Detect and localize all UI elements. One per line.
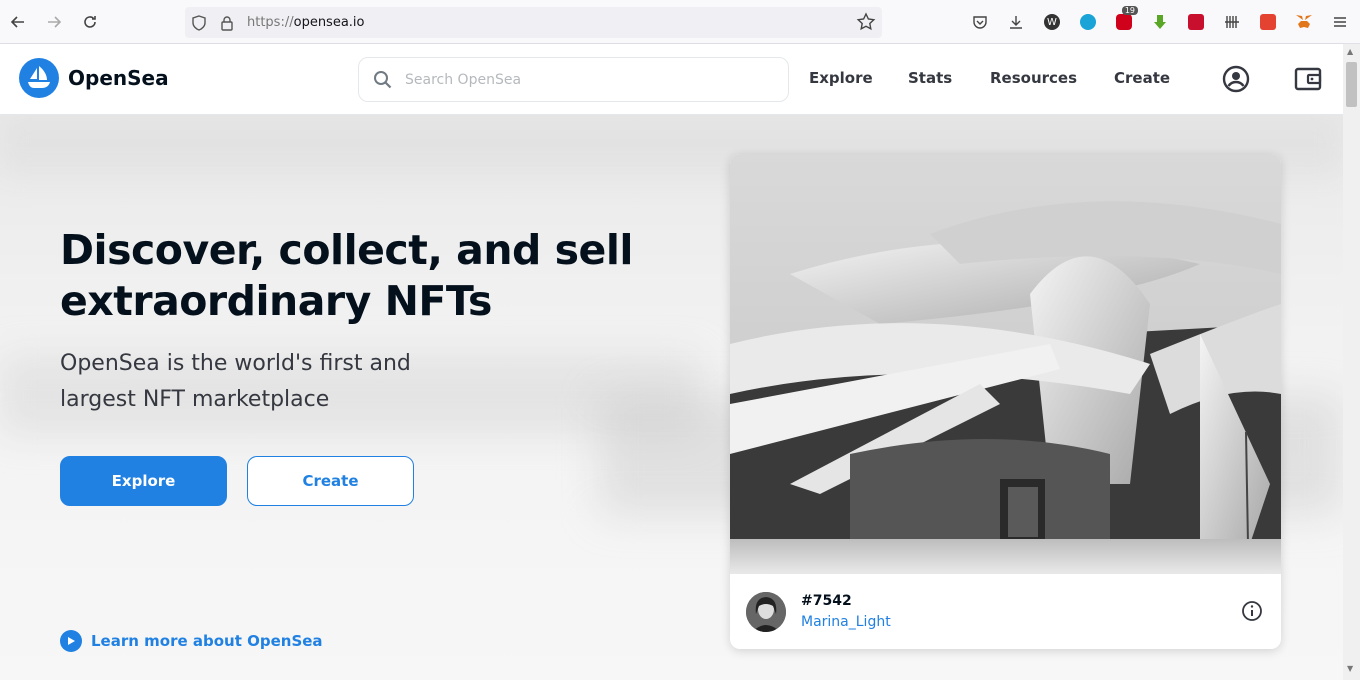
nft-image[interactable] (730, 154, 1281, 574)
learn-more-text: Learn more about OpenSea (91, 632, 323, 650)
tally-extension-icon[interactable] (1214, 8, 1250, 36)
opensea-logo[interactable]: OpenSea (19, 58, 169, 98)
url-scheme: https:// (247, 15, 294, 30)
menu-icon[interactable] (1322, 8, 1358, 36)
info-icon[interactable] (1241, 600, 1263, 622)
nft-id[interactable]: #7542 (801, 593, 852, 609)
search-input[interactable] (405, 71, 765, 88)
page-scrollbar[interactable]: ▲ ▼ (1343, 44, 1360, 680)
hero-subtitle: OpenSea is the world's first and largest… (60, 351, 411, 412)
extensions-row: W 19 (962, 6, 1358, 36)
url-host: opensea.io (293, 15, 365, 30)
wallet-icon[interactable] (1293, 64, 1323, 94)
bookmark-star-icon[interactable] (856, 12, 876, 36)
scroll-up-arrow-icon[interactable]: ▲ (1347, 47, 1353, 56)
browser-toolbar: https://opensea.io W 19 (0, 0, 1360, 44)
site-header: OpenSea Explore Stats Resources Create (0, 44, 1343, 115)
opensea-boat-icon (19, 58, 59, 98)
url-bar[interactable]: https://opensea.io (185, 7, 882, 38)
nav-explore[interactable]: Explore (809, 69, 873, 87)
nav-stats[interactable]: Stats (908, 69, 952, 87)
create-button[interactable]: Create (247, 456, 414, 506)
back-button[interactable] (0, 4, 36, 40)
logo-text: OpenSea (68, 66, 169, 90)
download-icon[interactable] (998, 8, 1034, 36)
refresh-extension-icon[interactable] (1070, 8, 1106, 36)
hero-section: Discover, collect, and sell extraordinar… (0, 115, 1343, 680)
wordpress-extension-icon[interactable]: W (1034, 8, 1070, 36)
play-circle-icon (60, 630, 82, 652)
search-icon (373, 70, 395, 90)
forward-button[interactable] (36, 4, 72, 40)
nav-create[interactable]: Create (1114, 69, 1170, 87)
nav-resources[interactable]: Resources (990, 69, 1077, 87)
lock-icon[interactable] (213, 15, 241, 31)
creator-avatar[interactable] (746, 592, 786, 632)
downloader-extension-icon[interactable] (1142, 8, 1178, 36)
adblock-badge: 19 (1121, 6, 1138, 15)
adblock-extension-icon[interactable]: 19 (1106, 6, 1142, 36)
pocket-icon[interactable] (962, 8, 998, 36)
explore-button[interactable]: Explore (60, 456, 227, 506)
hero-title: Discover, collect, and sell extraordinar… (60, 226, 633, 325)
nft-card-footer: #7542 Marina_Light (730, 574, 1281, 649)
scroll-thumb[interactable] (1346, 62, 1357, 107)
tracking-shield-icon[interactable] (185, 14, 213, 31)
url-text: https://opensea.io (247, 15, 365, 30)
metamask-fox-icon[interactable] (1286, 8, 1322, 36)
search-box[interactable] (358, 57, 789, 102)
account-icon[interactable] (1221, 64, 1251, 94)
featured-nft-card[interactable]: #7542 Marina_Light (730, 154, 1281, 649)
nft-owner-link[interactable]: Marina_Light (801, 614, 891, 630)
learn-more-link[interactable]: Learn more about OpenSea (60, 630, 323, 652)
todoist-extension-icon[interactable] (1250, 8, 1286, 36)
reload-button[interactable] (72, 4, 108, 40)
pdf-extension-icon[interactable] (1178, 8, 1214, 36)
scroll-down-arrow-icon[interactable]: ▼ (1347, 664, 1353, 673)
